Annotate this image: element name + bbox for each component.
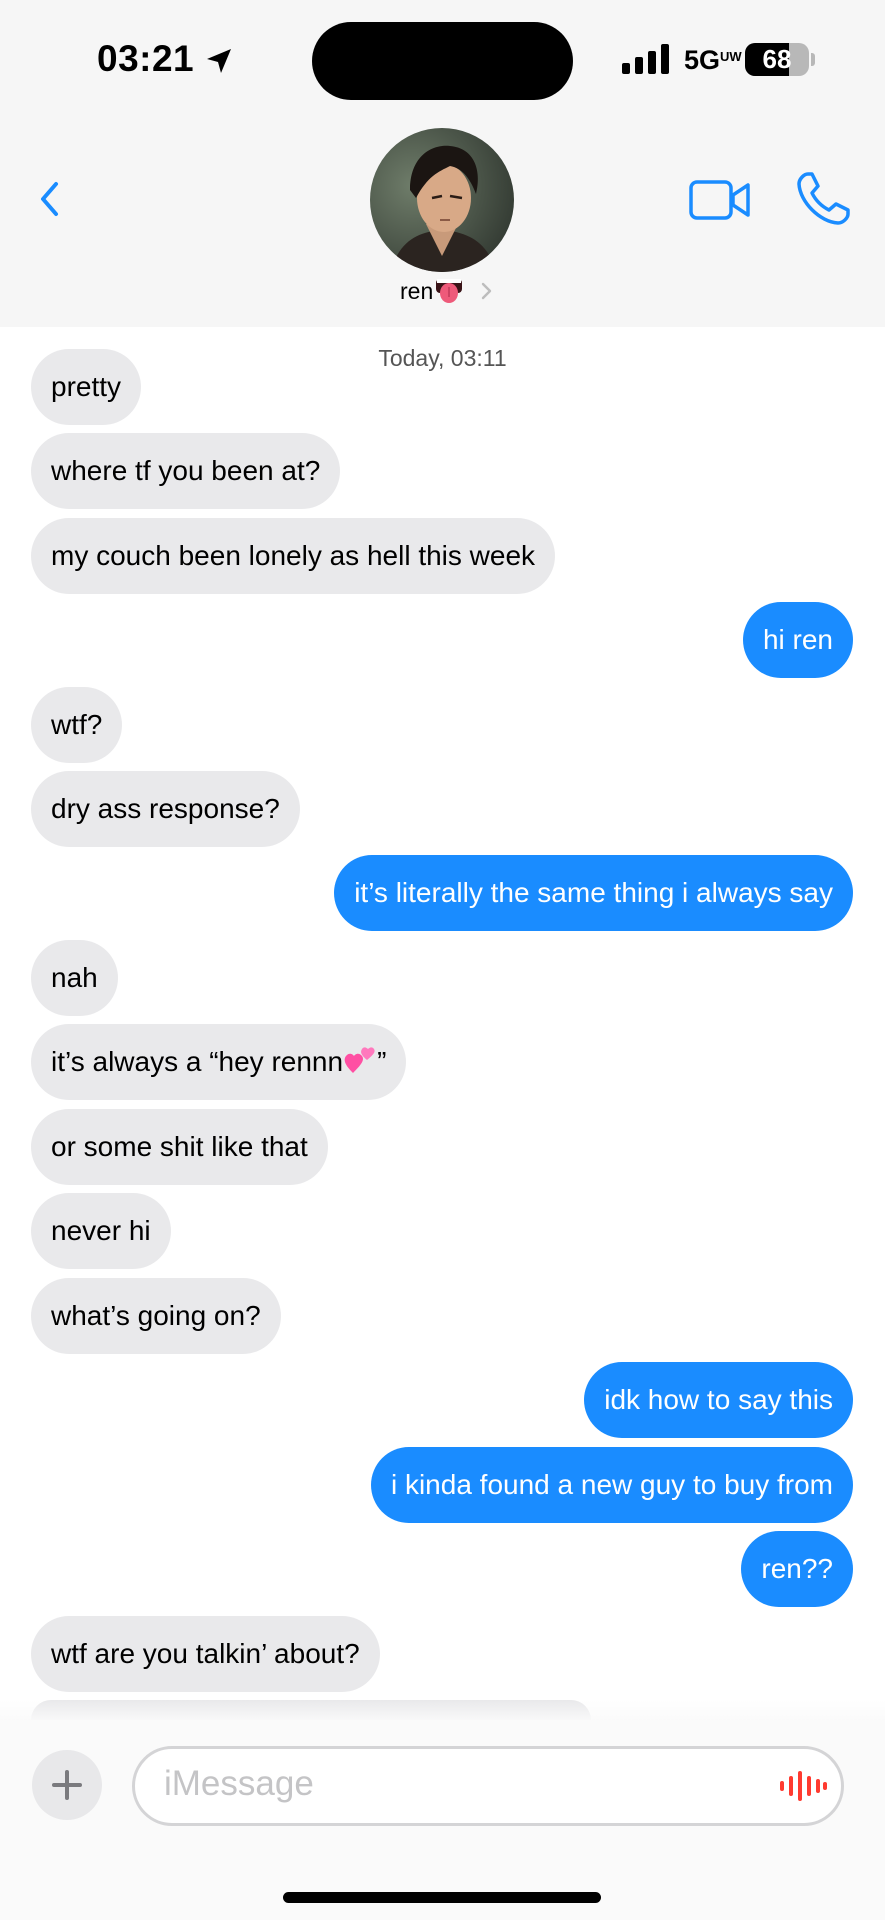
message-bubble-incoming[interactable]: wtf? bbox=[31, 687, 123, 763]
message-bubble-incoming[interactable]: never hi bbox=[31, 1193, 171, 1269]
message-bubble-incoming[interactable]: nah bbox=[31, 940, 118, 1016]
battery-percent: 68 bbox=[762, 44, 792, 74]
message-input-placeholder: iMessage bbox=[164, 1764, 314, 1803]
message-bubble-incoming[interactable]: what’s going on? bbox=[31, 1278, 281, 1354]
contact-info-button[interactable]: ren bbox=[400, 276, 493, 306]
message-bubble-incoming[interactable]: my couch been lonely as hell this week bbox=[31, 518, 556, 594]
plus-icon bbox=[52, 1770, 82, 1800]
contact-name: ren bbox=[400, 277, 434, 304]
message-bubble-incoming[interactable]: dry ass response? bbox=[31, 771, 300, 847]
composer-fade bbox=[0, 1700, 885, 1720]
home-indicator[interactable] bbox=[283, 1892, 601, 1903]
add-attachment-button[interactable] bbox=[32, 1750, 102, 1820]
status-bar: 03:21 5GUW 68 bbox=[0, 0, 885, 120]
dynamic-island bbox=[312, 22, 573, 100]
battery-icon: 68 bbox=[745, 43, 809, 76]
chevron-left-icon[interactable] bbox=[34, 176, 68, 222]
message-bubble-incoming[interactable]: it’s always a “hey rennn” bbox=[31, 1024, 407, 1100]
phone-icon[interactable] bbox=[794, 170, 852, 228]
message-bubble-outgoing[interactable]: i kinda found a new guy to buy from bbox=[370, 1447, 853, 1523]
message-bubble-incoming[interactable]: pretty bbox=[31, 349, 142, 425]
two-hearts-emoji bbox=[344, 1047, 375, 1073]
tongue-emoji bbox=[436, 279, 463, 303]
message-bubble-outgoing[interactable]: ren?? bbox=[741, 1531, 853, 1607]
battery-nub bbox=[811, 53, 815, 66]
chevron-right-icon bbox=[482, 282, 492, 300]
message-bubble-incoming[interactable]: wtf are you talkin’ about? bbox=[31, 1616, 380, 1692]
location-arrow-icon bbox=[207, 49, 231, 73]
avatar[interactable] bbox=[370, 128, 514, 272]
waveform-icon[interactable] bbox=[778, 1770, 828, 1802]
message-bubble-outgoing[interactable]: it’s literally the same thing i always s… bbox=[334, 855, 853, 931]
signal-strength-icon bbox=[622, 44, 670, 74]
network-type: 5GUW bbox=[684, 45, 742, 75]
status-time: 03:21 bbox=[97, 38, 195, 79]
message-bubble-outgoing[interactable]: idk how to say this bbox=[584, 1362, 853, 1438]
message-bubble-outgoing[interactable]: hi ren bbox=[742, 602, 853, 678]
video-camera-icon[interactable] bbox=[688, 178, 752, 222]
message-bubble-incoming[interactable]: where tf you been at? bbox=[31, 433, 341, 509]
message-bubble-incoming[interactable]: or some shit like that bbox=[31, 1109, 328, 1185]
